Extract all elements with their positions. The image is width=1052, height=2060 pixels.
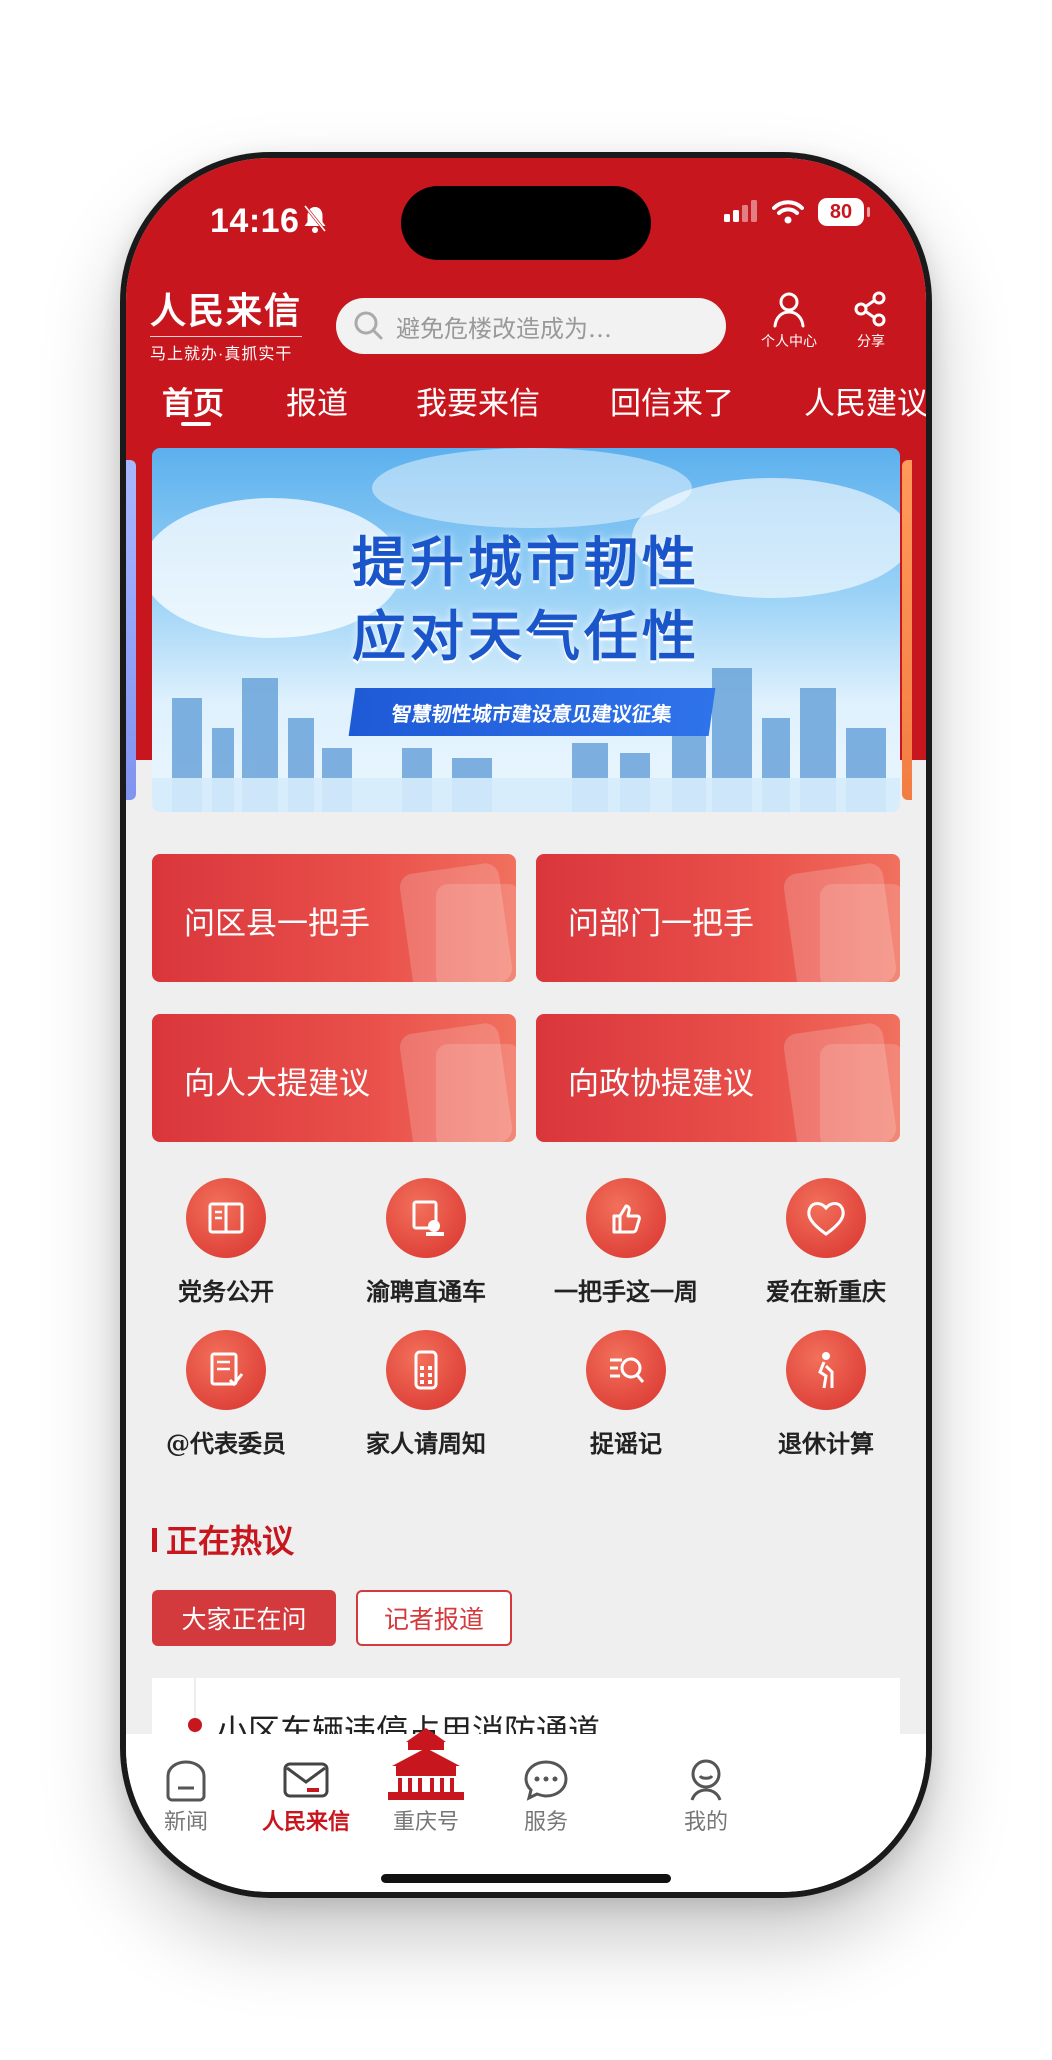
card-decoration xyxy=(820,1044,900,1142)
bell-muted-icon xyxy=(303,205,327,233)
bottom-tab-bar: 新闻 人民来信 重庆号 服务 我的 xyxy=(126,1728,926,1892)
status-icons: 80 xyxy=(724,198,870,226)
card-decoration xyxy=(820,884,900,982)
service-love-chongqing[interactable]: 爱在新重庆 xyxy=(726,1178,926,1307)
service-label: 退休计算 xyxy=(778,1429,874,1458)
card-decoration xyxy=(436,1044,516,1142)
tab-suggestions[interactable]: 人民建议 xyxy=(804,378,926,423)
status-time: 14:16 xyxy=(210,202,300,240)
tabbar-label: 重庆号 xyxy=(392,1810,459,1835)
book-icon xyxy=(208,1202,244,1234)
search-icon xyxy=(354,311,383,340)
service-label: 渝聘直通车 xyxy=(366,1277,486,1306)
battery-indicator: 80 xyxy=(818,198,870,226)
tabbar-news[interactable]: 新闻 xyxy=(126,1750,246,1836)
service-label: 家人请周知 xyxy=(366,1429,486,1458)
service-representatives[interactable]: @代表委员 xyxy=(126,1330,326,1459)
share-label: 分享 xyxy=(857,333,885,349)
service-label: 爱在新重庆 xyxy=(766,1277,886,1306)
card-label: 向人大提建议 xyxy=(184,1066,370,1102)
mail-icon xyxy=(283,1762,329,1798)
user-icon xyxy=(690,1759,722,1801)
service-family-notice[interactable]: 家人请周知 xyxy=(326,1330,526,1459)
pill-journalist-reports[interactable]: 记者报道 xyxy=(356,1590,512,1646)
elder-icon xyxy=(818,1352,834,1389)
tabbar-label: 人民来信 xyxy=(261,1809,350,1835)
service-label: 一把手这一周 xyxy=(554,1277,698,1306)
tabbar-services[interactable]: 服务 xyxy=(486,1750,606,1836)
share-icon xyxy=(854,291,886,327)
card-label: 向政协提建议 xyxy=(568,1066,754,1102)
search-list-icon xyxy=(610,1357,645,1383)
service-retirement-calc[interactable]: 退休计算 xyxy=(726,1330,926,1459)
app-screen: 14:16 80 人民来信 马上就办·真抓实干 避免危楼改造成为… 个人中心 分… xyxy=(126,158,926,1892)
suggest-to-cppcc-card[interactable]: 向政协提建议 xyxy=(536,1014,900,1142)
tab-write-letter[interactable]: 我要来信 xyxy=(416,378,540,423)
temple-icon xyxy=(388,1728,464,1800)
search-input[interactable]: 避免危楼改造成为… xyxy=(336,298,726,354)
chat-icon xyxy=(524,1760,568,1801)
card-label: 问区县一把手 xyxy=(184,906,370,942)
tab-home[interactable]: 首页 xyxy=(162,378,224,423)
home-indicator[interactable] xyxy=(381,1874,671,1883)
banner-carousel[interactable]: 提升城市韧性 应对天气任性 智慧韧性城市建设意见建议征集 xyxy=(126,448,926,812)
phone-frame: 14:16 80 人民来信 马上就办·真抓实干 避免危楼改造成为… 个人中心 分… xyxy=(120,152,932,1898)
card-label: 问部门一把手 xyxy=(568,906,754,942)
search-placeholder: 避免危楼改造成为… xyxy=(396,314,612,343)
service-party-affairs[interactable]: 党务公开 xyxy=(126,1178,326,1307)
service-label: 捉谣记 xyxy=(590,1429,662,1458)
dynamic-island xyxy=(401,186,651,260)
brand-subtitle: 马上就办·真抓实干 xyxy=(150,336,303,364)
profile-button[interactable]: 个人中心 xyxy=(754,290,824,351)
share-button[interactable]: 分享 xyxy=(836,290,906,351)
timeline-dot xyxy=(188,1718,202,1732)
brand-logo: 人民来信 马上就办·真抓实干 xyxy=(150,290,303,364)
top-tabs: 首页 报道 我要来信 回信来了 人民建议 xyxy=(126,378,926,438)
tabbar-letters[interactable]: 人民来信 xyxy=(246,1750,366,1836)
thumbs-up-icon xyxy=(612,1204,641,1234)
banner-prev-peek xyxy=(126,460,136,800)
service-label: @代表委员 xyxy=(166,1429,286,1458)
tabbar-label: 服务 xyxy=(523,1810,568,1835)
wifi-icon xyxy=(772,200,804,224)
tabbar-label: 新闻 xyxy=(163,1810,208,1835)
recruit-icon xyxy=(412,1200,444,1236)
person-icon xyxy=(773,292,805,328)
phone-icon xyxy=(414,1350,438,1390)
service-recruit[interactable]: 渝聘直通车 xyxy=(326,1178,526,1307)
document-edit-icon xyxy=(210,1352,244,1387)
banner-ribbon-text: 智慧韧性城市建设意见建议征集 xyxy=(390,703,674,726)
home-icon xyxy=(166,1760,206,1802)
section-accent-bar xyxy=(152,1528,157,1552)
pill-everyone-asking[interactable]: 大家正在问 xyxy=(152,1590,336,1646)
ask-department-leader-card[interactable]: 问部门一把手 xyxy=(536,854,900,982)
banner-next-peek xyxy=(902,460,912,800)
banner-headline-2: 应对天气任性 xyxy=(352,605,700,668)
tab-active-indicator xyxy=(181,422,211,426)
profile-label: 个人中心 xyxy=(761,333,817,349)
tabbar-label: 我的 xyxy=(683,1810,728,1835)
service-rumor-check[interactable]: 捉谣记 xyxy=(526,1330,726,1459)
suggest-to-npc-card[interactable]: 向人大提建议 xyxy=(152,1014,516,1142)
brand-title: 人民来信 xyxy=(150,290,303,332)
tab-reports[interactable]: 报道 xyxy=(286,378,348,423)
tab-replies[interactable]: 回信来了 xyxy=(610,378,734,423)
ask-county-leader-card[interactable]: 问区县一把手 xyxy=(152,854,516,982)
tabbar-mine[interactable]: 我的 xyxy=(646,1750,766,1836)
banner-headline-1: 提升城市韧性 xyxy=(352,531,700,594)
tabbar-chongqing[interactable]: 重庆号 xyxy=(366,1728,486,1836)
banner-ribbon: 智慧韧性城市建设意见建议征集 xyxy=(348,688,716,736)
section-title: 正在热议 xyxy=(166,1522,295,1560)
service-leader-week[interactable]: 一把手这一周 xyxy=(526,1178,726,1307)
card-decoration xyxy=(436,884,516,982)
service-label: 党务公开 xyxy=(178,1277,274,1306)
heart-icon xyxy=(807,1202,845,1236)
signal-icon xyxy=(724,200,757,222)
banner-slide[interactable]: 提升城市韧性 应对天气任性 智慧韧性城市建设意见建议征集 xyxy=(152,448,900,812)
